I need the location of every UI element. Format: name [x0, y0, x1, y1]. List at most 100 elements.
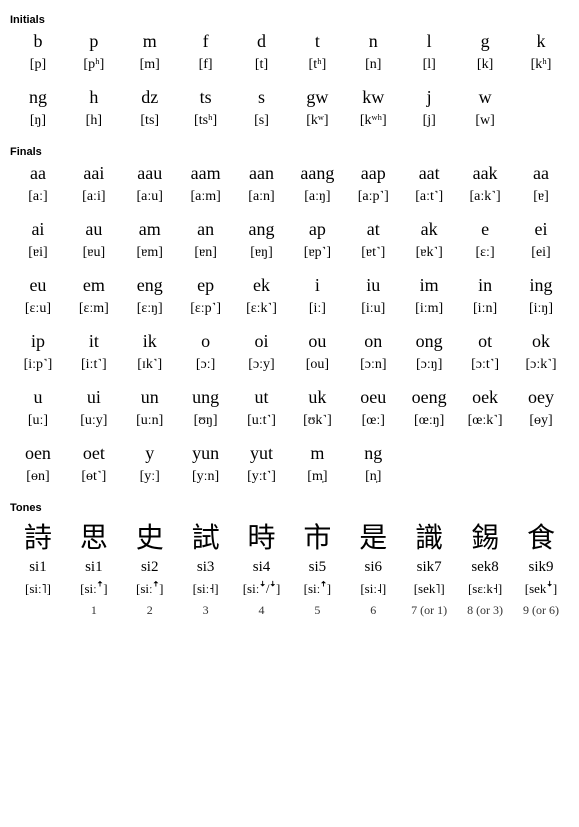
final-rom: aai: [66, 160, 122, 186]
final-ipa: [457, 466, 513, 488]
final-ipa: [n̩]: [345, 466, 401, 488]
final-ipa: [œːk˺]: [457, 410, 513, 432]
final-ipa: [ɐt˺]: [345, 242, 401, 264]
tone-rom: sek8: [457, 556, 513, 578]
final-ipa: [ɐn]: [178, 242, 234, 264]
final-rom: ing: [513, 272, 569, 298]
final-ipa: [ɛːm]: [66, 298, 122, 320]
tone-rom: si5: [289, 556, 345, 578]
final-ipa: [œːŋ]: [401, 410, 457, 432]
final-ipa: [ɛːŋ]: [122, 298, 178, 320]
final-rom: oek: [457, 384, 513, 410]
initial-ipa: [tsʰ]: [178, 110, 234, 132]
final-ipa: [ɵt˺]: [66, 466, 122, 488]
final-ipa: [ɔːt˺]: [457, 354, 513, 376]
final-rom: aa: [513, 160, 569, 186]
final-rom: aang: [289, 160, 345, 186]
final-ipa: [yːn]: [178, 466, 234, 488]
final-rom: aam: [178, 160, 234, 186]
final-rom: yut: [234, 440, 290, 466]
initial-ipa: [j]: [401, 110, 457, 132]
final-ipa: [aːm]: [178, 186, 234, 208]
initial-rom: p: [66, 28, 122, 54]
initial-ipa: [kʷ]: [289, 110, 345, 132]
final-ipa: [ɛː]: [457, 242, 513, 264]
final-rom: aap: [345, 160, 401, 186]
initial-rom: k: [513, 28, 569, 54]
final-rom: ap: [289, 216, 345, 242]
final-rom: at: [345, 216, 401, 242]
final-rom: oeu: [345, 384, 401, 410]
tone-ipa: [siːꜛ]: [66, 578, 122, 600]
final-ipa: [ɔːŋ]: [401, 354, 457, 376]
final-ipa: [aːi]: [66, 186, 122, 208]
final-ipa: [œː]: [345, 410, 401, 432]
tone-ipa: [siː˥]: [10, 578, 66, 600]
tone-rom: sik7: [401, 556, 457, 578]
final-ipa: [401, 466, 457, 488]
tone-char: 史: [122, 516, 178, 556]
tone-ipa: [sekꜜ]: [513, 578, 569, 600]
final-rom: aau: [122, 160, 178, 186]
final-ipa: [ɔːy]: [234, 354, 290, 376]
initial-ipa: [kʷʰ]: [345, 110, 401, 132]
final-ipa: [ʊŋ]: [178, 410, 234, 432]
final-rom: ng: [345, 440, 401, 466]
initial-ipa: [l]: [401, 54, 457, 76]
initials-table: b p m f d t n l g k [p] [pʰ] [m] [f] [t]…: [10, 28, 569, 132]
final-ipa: [yːt˺]: [234, 466, 290, 488]
final-ipa: [aːt˺]: [401, 186, 457, 208]
final-ipa: [iːm]: [401, 298, 457, 320]
initial-ipa: [k]: [457, 54, 513, 76]
final-ipa: [aːu]: [122, 186, 178, 208]
final-ipa: [ɐp˺]: [289, 242, 345, 264]
table-row: 詩 思 史 試 時 市 是 識 錫 食: [10, 516, 569, 556]
tones-header: Tones: [10, 502, 569, 514]
tone-ipa: [sɛːk˧]: [457, 578, 513, 600]
final-ipa: [iːp˺]: [10, 354, 66, 376]
final-ipa: [m̩]: [289, 466, 345, 488]
tone-char: 食: [513, 516, 569, 556]
final-ipa: [iːn]: [457, 298, 513, 320]
final-ipa: [ei]: [513, 242, 569, 264]
tone-char: 時: [234, 516, 290, 556]
tone-num: 1: [66, 600, 122, 620]
final-ipa: [ɛːu]: [10, 298, 66, 320]
final-ipa: [ɐi]: [10, 242, 66, 264]
tone-char: 市: [289, 516, 345, 556]
table-row: aa aai aau aam aan aang aap aat aak aa: [10, 160, 569, 186]
final-ipa: [ɐu]: [66, 242, 122, 264]
initial-rom: f: [178, 28, 234, 54]
table-row: [siː˥] [siːꜛ] [siːꜛ] [siː˧] [siːꜜ/ꜜ] [si…: [10, 578, 569, 600]
final-rom: m: [289, 440, 345, 466]
initial-rom: d: [234, 28, 290, 54]
final-rom: oet: [66, 440, 122, 466]
initial-rom: [513, 84, 569, 110]
finals-table: aa aai aau aam aan aang aap aat aak aa […: [10, 160, 569, 488]
initial-rom: n: [345, 28, 401, 54]
final-rom: iu: [345, 272, 401, 298]
final-rom: it: [66, 328, 122, 354]
final-ipa: [ɛːp˺]: [178, 298, 234, 320]
table-row: oen oet y yun yut m ng: [10, 440, 569, 466]
final-ipa: [yː]: [122, 466, 178, 488]
final-ipa: [ɐ]: [513, 186, 569, 208]
final-rom: o: [178, 328, 234, 354]
final-rom: [401, 440, 457, 466]
final-ipa: [iːŋ]: [513, 298, 569, 320]
tone-rom: si2: [122, 556, 178, 578]
final-rom: on: [345, 328, 401, 354]
final-rom: im: [401, 272, 457, 298]
tone-ipa: [siː˨]: [345, 578, 401, 600]
tone-num: 5: [289, 600, 345, 620]
initial-rom: l: [401, 28, 457, 54]
initials-header: Initials: [10, 14, 569, 26]
initial-rom: t: [289, 28, 345, 54]
table-row: [p] [pʰ] [m] [f] [t] [tʰ] [n] [l] [k] [k…: [10, 54, 569, 76]
final-rom: uk: [289, 384, 345, 410]
final-ipa: [ɔːn]: [345, 354, 401, 376]
final-rom: oey: [513, 384, 569, 410]
final-rom: an: [178, 216, 234, 242]
tone-char: 識: [401, 516, 457, 556]
final-rom: ik: [122, 328, 178, 354]
